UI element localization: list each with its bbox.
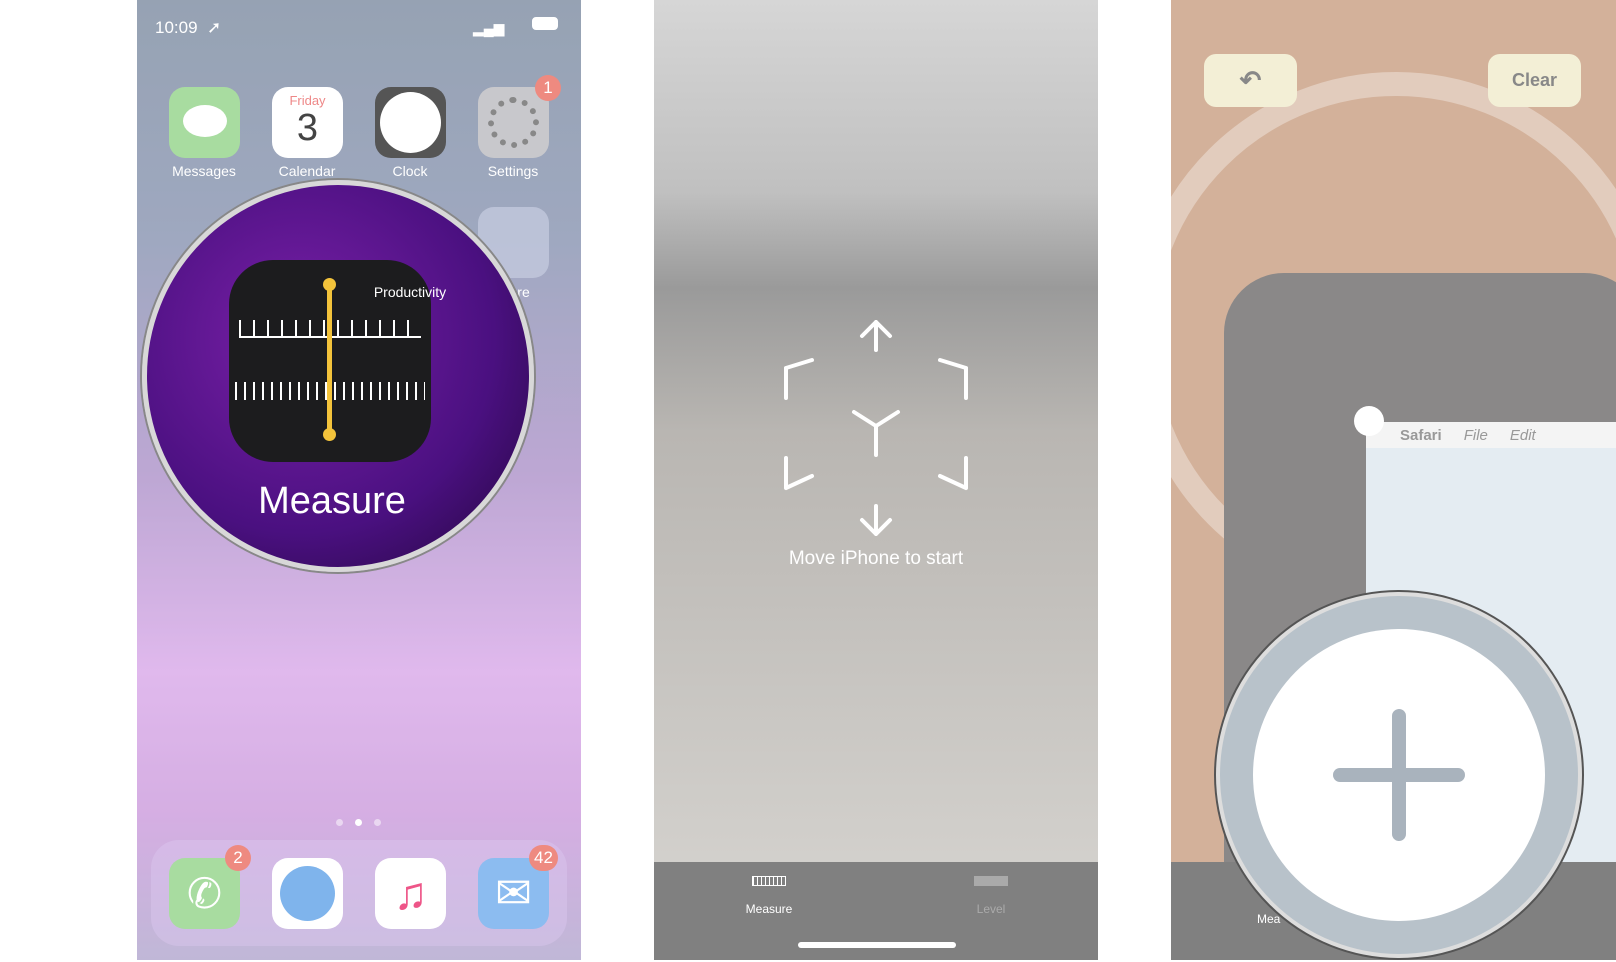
magnified-label: Measure [258, 480, 406, 522]
measure-dot-icon [323, 428, 336, 441]
menu-safari: Safari [1400, 426, 1442, 444]
menu-file: File [1463, 426, 1488, 444]
phone-badge: 2 [225, 845, 251, 871]
hint-text: Move iPhone to start [788, 548, 964, 569]
envelope-icon: ✉ [495, 869, 532, 918]
measure-start-panel: Move iPhone to start Measure Level [654, 0, 1098, 960]
settings-badge: 1 [535, 75, 561, 101]
tab-label: Measure [745, 902, 793, 916]
app-calendar[interactable]: Friday 3 [272, 87, 343, 158]
home-indicator[interactable] [798, 942, 956, 948]
tab-label: Level [976, 902, 1006, 916]
page-dot[interactable] [336, 819, 343, 826]
status-time: 10:09 [155, 18, 198, 37]
phone-icon: ✆ [186, 870, 223, 917]
plus-icon [1392, 709, 1406, 841]
calendar-day: Friday [289, 93, 326, 108]
music-note-icon: ♫ [393, 867, 428, 919]
tab-measure[interactable]: Mea [1257, 912, 1280, 926]
level-icon [974, 876, 1008, 886]
home-screen-panel: 10:09 ➚ ▂▄▆ Messages Friday 3 Calendar Cl… [137, 0, 581, 960]
app-safari[interactable] [272, 858, 343, 929]
measure-add-point-panel: Safari File Edit ↶ Clear Mea [1171, 0, 1616, 960]
tab-bar: Measure Level [654, 862, 1098, 960]
app-label-clock: Clock [392, 163, 428, 179]
add-point-button[interactable] [1253, 629, 1545, 921]
tab-measure[interactable]: Measure [714, 876, 824, 916]
app-music[interactable]: ♫ [375, 858, 446, 929]
clock-face-icon [380, 92, 441, 153]
battery-icon [532, 17, 558, 30]
page-dot[interactable] [374, 819, 381, 826]
folder-label-productivity: Productivity [373, 284, 447, 300]
mail-badge: 42 [529, 845, 558, 871]
measure-dot-icon [323, 278, 336, 291]
calendar-date: 3 [296, 107, 319, 149]
location-icon: ➚ [207, 18, 222, 37]
magnifier-add-point [1216, 592, 1582, 958]
measure-point-dot [1354, 406, 1384, 436]
app-label-messages: Messages [172, 163, 236, 179]
measure-line-icon [327, 284, 332, 434]
app-phone[interactable]: ✆ [169, 858, 240, 929]
move-iphone-cube-icon [784, 320, 968, 536]
gear-icon [488, 97, 539, 148]
signal-icon: ▂▄▆ [473, 20, 505, 36]
app-messages[interactable] [169, 87, 240, 158]
menu-edit: Edit [1509, 426, 1536, 444]
app-label-calendar: Calendar [278, 163, 336, 179]
compass-icon [280, 866, 335, 921]
clear-button[interactable]: Clear [1488, 54, 1581, 107]
undo-button[interactable]: ↶ [1204, 54, 1297, 107]
ruler-icon [752, 876, 786, 886]
undo-icon: ↶ [1239, 65, 1262, 95]
tab-level[interactable]: Level [936, 876, 1046, 916]
message-bubble-icon [183, 105, 227, 137]
page-dot-active[interactable] [355, 819, 362, 826]
app-clock[interactable] [375, 87, 446, 158]
app-label-settings: Settings [487, 163, 539, 179]
